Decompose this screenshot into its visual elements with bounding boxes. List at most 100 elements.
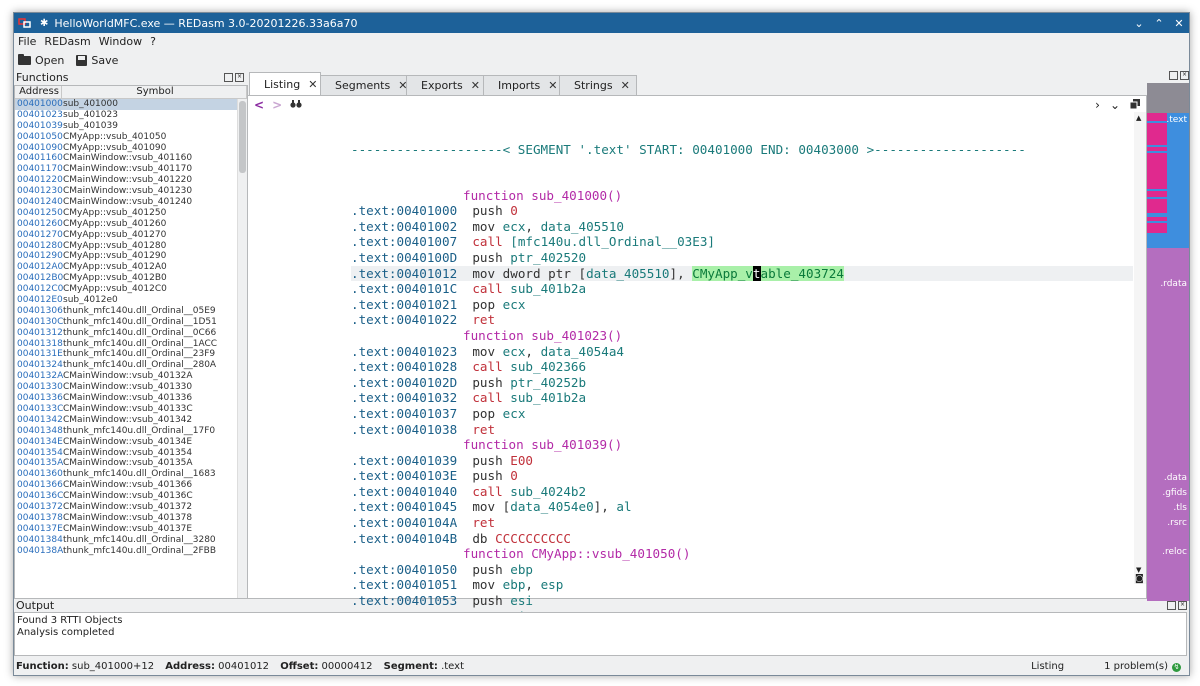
tab-strings[interactable]: Strings ✕ [559, 75, 637, 95]
function-row[interactable]: 0040134E CMainWindow::vsub_40134E [15, 437, 237, 448]
instruction-line[interactable]: .text:00401050 push ebp [351, 562, 1133, 578]
open-button[interactable]: Open [18, 53, 64, 67]
copy-icon[interactable] [1129, 98, 1140, 112]
instruction-line[interactable]: .text:00401040 call sub_4024b2 [351, 484, 1133, 500]
camera-icon[interactable]: ◙ [1135, 574, 1144, 584]
function-row[interactable]: 00401324 thunk_mfc140u.dll_Ordinal__280A [15, 360, 237, 371]
instruction-line[interactable]: .text:00401032 call sub_401b2a [351, 390, 1133, 406]
instruction-line[interactable]: .text:00401039 push E00 [351, 453, 1133, 469]
segment-label[interactable]: .data [1164, 473, 1187, 483]
back-arrow-icon[interactable]: < [254, 98, 264, 112]
function-header-line[interactable]: function sub_401023() [351, 328, 1133, 344]
disassembly-code[interactable]: --------------------< SEGMENT '.text' ST… [351, 112, 1133, 639]
instruction-line[interactable]: .text:0040104B db CCCCCCCCCC [351, 531, 1133, 547]
function-row[interactable]: 00401330 CMainWindow::vsub_401330 [15, 382, 237, 393]
float-icon[interactable] [1167, 601, 1176, 610]
function-row[interactable]: 0040133C CMainWindow::vsub_40133C [15, 404, 237, 415]
menu-file[interactable]: File [18, 35, 36, 48]
function-row[interactable]: 0040132A CMainWindow::vsub_40132A [15, 371, 237, 382]
instruction-line[interactable]: .text:0040103E push 0 [351, 468, 1133, 484]
function-row[interactable]: 00401384 thunk_mfc140u.dll_Ordinal__3280 [15, 535, 237, 546]
function-header-line[interactable]: function sub_401000() [351, 188, 1133, 204]
instruction-line[interactable]: .text:00401002 mov ecx, data_405510 [351, 219, 1133, 235]
instruction-line[interactable]: .text:00401028 call sub_402366 [351, 359, 1133, 375]
function-row[interactable]: 00401280 CMyApp::vsub_401280 [15, 241, 237, 252]
close-icon[interactable]: ✕ [471, 79, 480, 92]
instruction-line[interactable]: .text:00401051 mov ebp, esp [351, 577, 1133, 593]
menu-help[interactable]: ? [150, 35, 156, 48]
segment-label[interactable]: .rsrc [1167, 518, 1187, 528]
function-row[interactable]: 00401366 CMainWindow::vsub_401366 [15, 480, 237, 491]
scroll-up-icon[interactable]: ▲ [1136, 114, 1141, 122]
close-icon[interactable]: ✕ [548, 79, 557, 92]
column-header-symbol[interactable]: Symbol [62, 86, 247, 98]
close-icon[interactable]: × [1178, 601, 1187, 610]
close-icon[interactable]: × [1180, 71, 1189, 80]
function-row[interactable]: 00401312 thunk_mfc140u.dll_Ordinal__0C66 [15, 328, 237, 339]
float-icon[interactable] [1169, 71, 1178, 80]
segment-label[interactable]: .gfids [1162, 488, 1187, 498]
functions-table[interactable]: Address Symbol 00401000 sub_401000 0040102… [14, 85, 248, 599]
close-icon[interactable]: × [235, 73, 244, 82]
instruction-line[interactable]: .text:0040101C call sub_401b2a [351, 281, 1133, 297]
instruction-line[interactable]: .text:0040104A ret [351, 515, 1133, 531]
function-row[interactable]: 00401270 CMyApp::vsub_401270 [15, 230, 237, 241]
listing-view[interactable]: < > › ⌄ --------------------< SEGMENT '.… [247, 95, 1147, 639]
scrollbar-thumb[interactable] [239, 101, 246, 173]
problems-button[interactable]: 1 problem(s) ↯ [1104, 661, 1181, 672]
function-row[interactable]: 00401372 CMainWindow::vsub_401372 [15, 502, 237, 513]
functions-scrollbar[interactable] [237, 99, 247, 598]
float-icon[interactable] [224, 73, 233, 82]
tab-segments[interactable]: Segments ✕ [320, 75, 407, 95]
instruction-line[interactable]: .text:00401038 ret [351, 422, 1133, 438]
function-row[interactable]: 004012A0 CMyApp::vsub_4012A0 [15, 262, 237, 273]
instruction-line[interactable]: .text:00401007 call [mfc140u.dll_Ordinal… [351, 234, 1133, 250]
instruction-line[interactable]: .text:00401021 pop ecx [351, 297, 1133, 313]
function-row[interactable]: 00401318 thunk_mfc140u.dll_Ordinal__1ACC [15, 339, 237, 350]
function-row[interactable]: 00401090 CMyApp::vsub_401090 [15, 143, 237, 154]
function-row[interactable]: 00401342 CMainWindow::vsub_401342 [15, 415, 237, 426]
scroll-down-icon[interactable]: ▼ [1136, 566, 1141, 574]
function-row[interactable]: 00401306 thunk_mfc140u.dll_Ordinal__05E9 [15, 306, 237, 317]
column-header-address[interactable]: Address [15, 86, 62, 98]
function-row[interactable]: 00401250 CMyApp::vsub_401250 [15, 208, 237, 219]
close-icon[interactable]: ✕ [1169, 17, 1189, 30]
save-button[interactable]: Save [76, 54, 118, 67]
segment-label[interactable]: .tls [1173, 503, 1187, 513]
function-row[interactable]: 00401160 CMainWindow::vsub_401160 [15, 153, 237, 164]
function-row[interactable]: 00401360 thunk_mfc140u.dll_Ordinal__1683 [15, 469, 237, 480]
instruction-line[interactable]: .text:00401045 mov [data_4054e0], al [351, 499, 1133, 515]
pin-icon[interactable]: ✱ [40, 18, 48, 29]
function-row[interactable]: 0040135A CMainWindow::vsub_40135A [15, 458, 237, 469]
close-icon[interactable]: ✕ [621, 79, 630, 92]
segment-label[interactable]: .rdata [1160, 279, 1187, 289]
function-header-line[interactable]: function CMyApp::vsub_401050() [351, 546, 1133, 562]
function-row[interactable]: 00401348 thunk_mfc140u.dll_Ordinal__17F0 [15, 426, 237, 437]
function-row[interactable]: 00401260 CMyApp::vsub_401260 [15, 219, 237, 230]
instruction-line[interactable]: .text:00401037 pop ecx [351, 406, 1133, 422]
output-log[interactable]: Found 3 RTTI Objects Analysis completed [14, 612, 1187, 656]
instruction-line[interactable]: .text:0040102D push ptr_40252b [351, 375, 1133, 391]
segment-label[interactable]: .text [1166, 115, 1187, 125]
instruction-line[interactable]: .text:00401023 mov ecx, data_4054a4 [351, 344, 1133, 360]
tab-exports[interactable]: Exports ✕ [406, 75, 484, 95]
segment-label[interactable]: .reloc [1162, 547, 1187, 557]
function-row[interactable]: 004012E0 sub_4012e0 [15, 295, 237, 306]
function-row[interactable]: 0040131E thunk_mfc140u.dll_Ordinal__23F9 [15, 349, 237, 360]
tab-listing[interactable]: Listing ✕ [249, 72, 321, 95]
title-bar[interactable]: ✱ HelloWorldMFC.exe — REDasm 3.0-2020122… [14, 13, 1189, 33]
maximize-chevron-icon[interactable]: ⌃ [1149, 17, 1169, 30]
function-row[interactable]: 00401170 CMainWindow::vsub_401170 [15, 164, 237, 175]
close-icon[interactable]: ✕ [308, 78, 317, 91]
binoculars-icon[interactable] [290, 98, 302, 112]
function-row[interactable]: 004012B0 CMyApp::vsub_4012B0 [15, 273, 237, 284]
function-row[interactable]: 00401378 CMainWindow::vsub_401378 [15, 513, 237, 524]
menu-redasm[interactable]: REDasm [44, 35, 90, 48]
function-header-line[interactable]: function sub_401039() [351, 437, 1133, 453]
function-row[interactable]: 0040138A thunk_mfc140u.dll_Ordinal__2FBB [15, 546, 237, 557]
menu-window[interactable]: Window [99, 35, 142, 48]
function-row[interactable]: 0040136C CMainWindow::vsub_40136C [15, 491, 237, 502]
function-row[interactable]: 00401354 CMainWindow::vsub_401354 [15, 448, 237, 459]
function-row[interactable]: 00401230 CMainWindow::vsub_401230 [15, 186, 237, 197]
function-row[interactable]: 00401220 CMainWindow::vsub_401220 [15, 175, 237, 186]
